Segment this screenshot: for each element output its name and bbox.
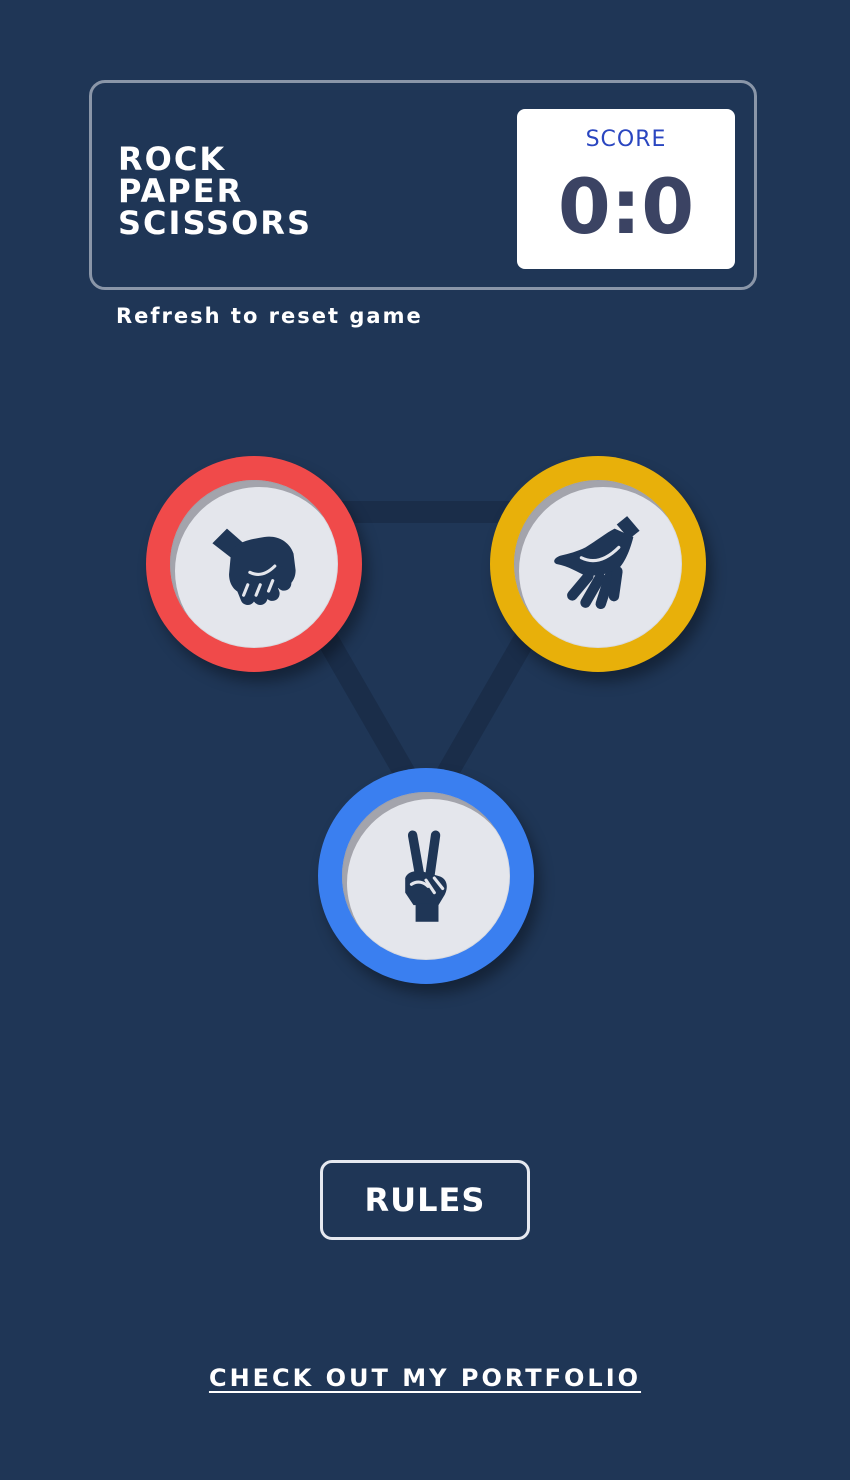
score-label: SCORE	[585, 127, 667, 152]
fist-icon	[212, 528, 296, 605]
paper-choice-inner	[514, 480, 682, 648]
rules-button[interactable]: RULES	[320, 1160, 530, 1240]
rock-choice-inner	[170, 480, 338, 648]
paper-choice-button[interactable]	[490, 456, 706, 672]
score-value: 0:0	[557, 162, 695, 251]
title-line-scissors: SCISSORS	[118, 204, 312, 242]
score-box: SCORE 0:0	[517, 109, 735, 269]
scissors-choice-inner	[342, 792, 510, 960]
header-panel: ROCK PAPER SCISSORS SCORE 0:0	[89, 80, 757, 290]
title-line-paper: PAPER	[118, 172, 244, 210]
scissors-choice-button[interactable]	[318, 768, 534, 984]
game-title: ROCK PAPER SCISSORS	[118, 143, 312, 239]
reset-hint: Refresh to reset game	[116, 304, 423, 328]
portfolio-link[interactable]: CHECK OUT MY PORTFOLIO	[0, 1364, 850, 1392]
open-hand-icon	[554, 516, 640, 610]
title-line-rock: ROCK	[118, 140, 227, 178]
peace-sign-icon	[405, 830, 447, 922]
rock-choice-button[interactable]	[146, 456, 362, 672]
